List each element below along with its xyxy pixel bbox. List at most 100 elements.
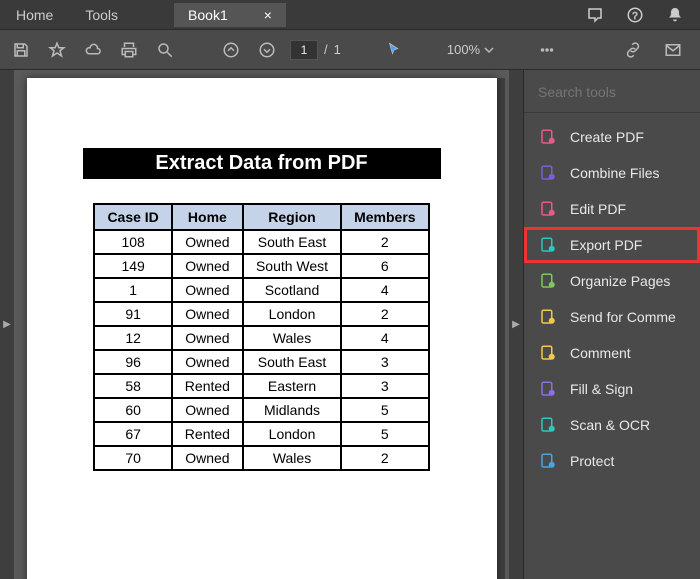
table-cell: 67 <box>94 422 171 446</box>
tool-item-comment[interactable]: Comment <box>524 335 700 371</box>
expand-left-icon[interactable]: ▶ <box>3 319 11 330</box>
tool-label: Protect <box>570 453 614 469</box>
tab-home[interactable]: Home <box>0 1 69 29</box>
table-row: 1OwnedScotland4 <box>94 278 428 302</box>
right-collapse[interactable]: ▶ <box>509 70 523 579</box>
table-row: 70OwnedWales2 <box>94 446 428 470</box>
table-row: 108OwnedSouth East2 <box>94 230 428 254</box>
table-row: 58RentedEastern3 <box>94 374 428 398</box>
page-current-input[interactable] <box>290 40 318 60</box>
tool-item-protect[interactable]: Protect <box>524 443 700 479</box>
table-cell: 3 <box>341 350 428 374</box>
table-cell: 1 <box>94 278 171 302</box>
table-cell: 60 <box>94 398 171 422</box>
table-cell: Owned <box>172 230 243 254</box>
table-cell: 5 <box>341 422 428 446</box>
tab-tools[interactable]: Tools <box>69 1 134 29</box>
table-cell: Owned <box>172 350 243 374</box>
table-cell: Owned <box>172 398 243 422</box>
document-viewport[interactable]: Extract Data from PDF Case IDHomeRegionM… <box>14 70 509 579</box>
tool-label: Create PDF <box>570 129 644 145</box>
more-icon[interactable] <box>534 37 560 63</box>
email-icon[interactable] <box>660 37 686 63</box>
tool-item-organize-pages[interactable]: Organize Pages <box>524 263 700 299</box>
zoom-value: 100% <box>447 42 480 57</box>
search-icon[interactable] <box>152 37 178 63</box>
table-cell: 108 <box>94 230 171 254</box>
document-name: Book1 <box>188 7 228 23</box>
table-cell: 91 <box>94 302 171 326</box>
help-icon[interactable]: ? <box>622 2 648 28</box>
tool-icon <box>538 235 558 255</box>
table-row: 91OwnedLondon2 <box>94 302 428 326</box>
table-cell: Owned <box>172 446 243 470</box>
table-row: 67RentedLondon5 <box>94 422 428 446</box>
cloud-icon[interactable] <box>80 37 106 63</box>
tool-label: Export PDF <box>570 237 642 253</box>
table-cell: 4 <box>341 278 428 302</box>
table-cell: 149 <box>94 254 171 278</box>
tool-label: Combine Files <box>570 165 659 181</box>
left-nav-panel[interactable]: ▶ <box>0 70 14 579</box>
page-content: Extract Data from PDF Case IDHomeRegionM… <box>27 78 497 579</box>
table-row: 96OwnedSouth East3 <box>94 350 428 374</box>
tool-item-send-for-comme[interactable]: Send for Comme <box>524 299 700 335</box>
bell-icon[interactable] <box>662 2 688 28</box>
table-cell: 5 <box>341 398 428 422</box>
table-cell: 12 <box>94 326 171 350</box>
table-cell: 4 <box>341 326 428 350</box>
tool-item-scan-ocr[interactable]: Scan & OCR <box>524 407 700 443</box>
tool-label: Organize Pages <box>570 273 670 289</box>
tool-icon <box>538 307 558 327</box>
table-cell: London <box>243 422 341 446</box>
save-icon[interactable] <box>8 37 34 63</box>
print-icon[interactable] <box>116 37 142 63</box>
tool-label: Send for Comme <box>570 309 676 325</box>
table-cell: Owned <box>172 278 243 302</box>
table-row: 149OwnedSouth West6 <box>94 254 428 278</box>
table-cell: 96 <box>94 350 171 374</box>
zoom-control[interactable]: 100% <box>447 42 494 57</box>
search-tools-input[interactable] <box>538 84 690 100</box>
star-icon[interactable] <box>44 37 70 63</box>
table-cell: Rented <box>172 374 243 398</box>
document-title: Extract Data from PDF <box>83 148 441 179</box>
expand-right-icon[interactable]: ▶ <box>512 319 520 330</box>
table-cell: London <box>243 302 341 326</box>
table-cell: Scotland <box>243 278 341 302</box>
table-header: Members <box>341 204 428 230</box>
tool-item-fill-sign[interactable]: Fill & Sign <box>524 371 700 407</box>
tool-icon <box>538 415 558 435</box>
table-cell: 6 <box>341 254 428 278</box>
table-cell: Owned <box>172 326 243 350</box>
tool-label: Edit PDF <box>570 201 626 217</box>
tool-item-edit-pdf[interactable]: Edit PDF <box>524 191 700 227</box>
document-tab[interactable]: Book1 × <box>174 3 286 27</box>
table-cell: 58 <box>94 374 171 398</box>
table-cell: Wales <box>243 326 341 350</box>
toolbar: / 1 100% <box>0 30 700 70</box>
page-down-icon[interactable] <box>254 37 280 63</box>
table-cell: Owned <box>172 254 243 278</box>
table-cell: 70 <box>94 446 171 470</box>
table-cell: 2 <box>341 230 428 254</box>
table-cell: South East <box>243 350 341 374</box>
table-cell: Eastern <box>243 374 341 398</box>
data-table: Case IDHomeRegionMembers 108OwnedSouth E… <box>93 203 429 471</box>
tool-item-export-pdf[interactable]: Export PDF <box>524 227 700 263</box>
share-icon[interactable] <box>582 2 608 28</box>
table-cell: Wales <box>243 446 341 470</box>
link-icon[interactable] <box>620 37 646 63</box>
select-tool-icon[interactable] <box>381 37 407 63</box>
page-sep: / <box>324 42 328 57</box>
table-header: Region <box>243 204 341 230</box>
table-cell: South West <box>243 254 341 278</box>
tools-panel: Create PDF Combine Files Edit PDF Export PD… <box>523 70 700 579</box>
table-row: 60OwnedMidlands5 <box>94 398 428 422</box>
tool-icon <box>538 451 558 471</box>
tool-item-combine-files[interactable]: Combine Files <box>524 155 700 191</box>
close-icon[interactable]: × <box>264 7 272 23</box>
page-total: 1 <box>334 42 341 57</box>
page-up-icon[interactable] <box>218 37 244 63</box>
tool-item-create-pdf[interactable]: Create PDF <box>524 119 700 155</box>
